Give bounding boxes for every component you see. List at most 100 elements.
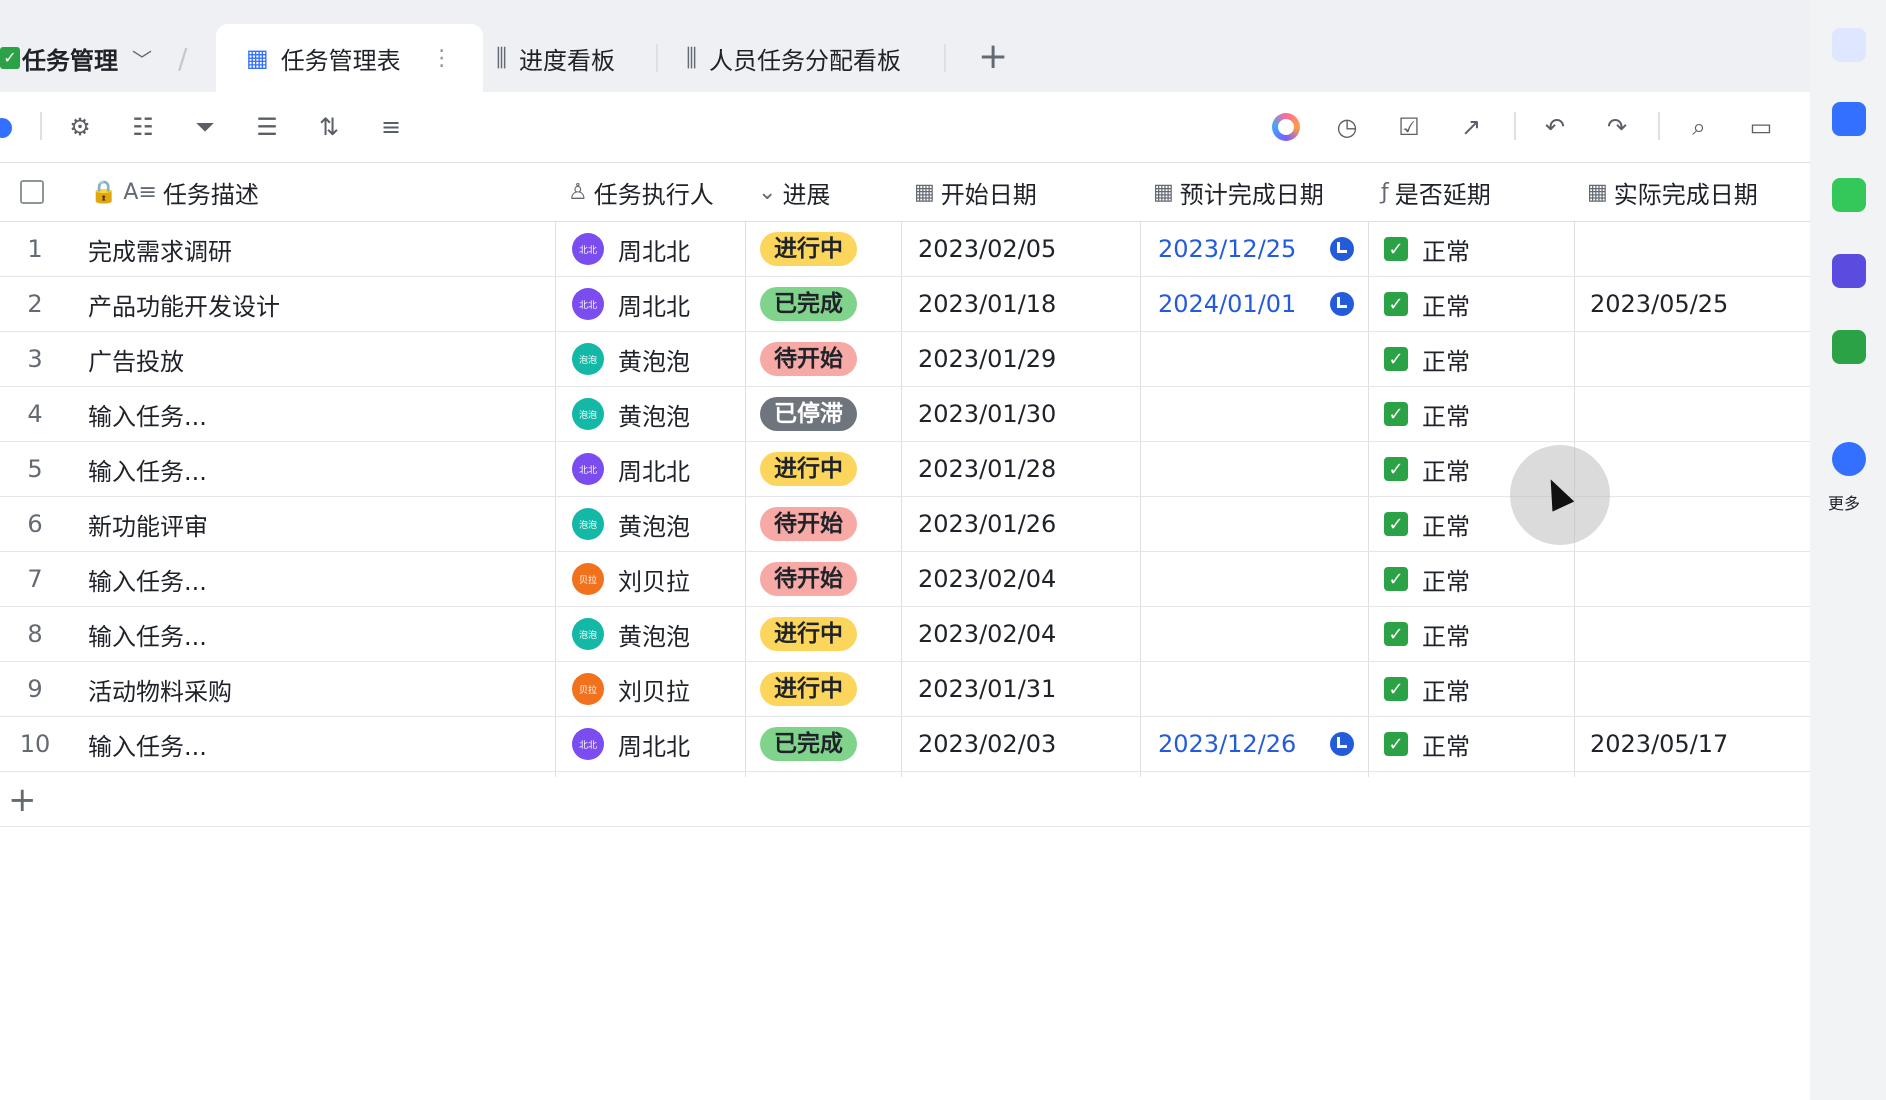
delay-cell[interactable]: ✓ 正常 [1384, 387, 1470, 441]
task-description[interactable]: 输入任务... [88, 387, 207, 441]
alarm-clock-icon[interactable] [1330, 233, 1356, 261]
actual-done-date[interactable]: 2023/05/17 [1590, 717, 1728, 771]
task-description[interactable]: 完成需求调研 [88, 222, 232, 276]
column-header-status[interactable]: ⌄ 进展 [746, 163, 830, 221]
delay-cell[interactable]: ✓ 正常 [1384, 552, 1470, 606]
assignee-cell[interactable]: 北北 周北北 [572, 222, 690, 276]
task-description[interactable]: 输入任务... [88, 552, 207, 606]
delay-cell[interactable]: ✓ 正常 [1384, 222, 1470, 276]
start-date[interactable]: 2023/01/31 [918, 662, 1056, 716]
task-description[interactable]: 广告投放 [88, 332, 184, 386]
column-header-actual-date[interactable]: ▦ 实际完成日期 [1575, 163, 1758, 221]
start-date[interactable]: 2023/01/26 [918, 497, 1056, 551]
add-doc-icon[interactable] [1832, 330, 1866, 364]
alarm-clock-icon[interactable] [1330, 288, 1356, 316]
select-all-checkbox[interactable] [10, 163, 44, 221]
assignee-cell[interactable]: 泡泡 黄泡泡 [572, 387, 690, 441]
status-cell[interactable]: 待开始 [760, 497, 857, 551]
column-header-due-date[interactable]: ▦ 预计完成日期 [1141, 163, 1324, 221]
status-cell[interactable]: 待开始 [760, 552, 857, 606]
task-description[interactable]: 输入任务... [88, 717, 207, 771]
table-row[interactable]: 4 输入任务... 泡泡 黄泡泡 已停滞 2023/01/30 ✓ 正常 [0, 387, 1810, 442]
delay-cell[interactable]: ✓ 正常 [1384, 332, 1470, 386]
start-date[interactable]: 2023/01/30 [918, 387, 1056, 441]
start-date[interactable]: 2023/01/28 [918, 442, 1056, 496]
add-tab-button[interactable]: + [978, 36, 1008, 77]
delay-cell[interactable]: ✓ 正常 [1384, 277, 1470, 331]
add-row-button[interactable]: + [0, 772, 1810, 827]
more-vertical-icon[interactable]: ⋮ [431, 46, 453, 71]
delay-cell[interactable]: ✓ 正常 [1384, 497, 1470, 551]
alarm-clock-icon[interactable] [1330, 728, 1356, 756]
table-row[interactable]: 2 产品功能开发设计 北北 周北北 已完成 2023/01/18 2024/01/01 ✓ 正常… [0, 277, 1810, 332]
column-header-desc[interactable]: 🔒 A≡ 任务描述 [78, 163, 259, 221]
cube-icon[interactable] [1832, 442, 1866, 476]
status-cell[interactable]: 进行中 [760, 607, 857, 661]
delay-cell[interactable]: ✓ 正常 [1384, 662, 1470, 716]
search-doc-icon[interactable] [1832, 102, 1866, 136]
add-record-icon[interactable] [0, 118, 12, 138]
group-icon[interactable]: ☰ [252, 112, 282, 142]
more-label[interactable]: 更多 [1828, 490, 1860, 514]
comment-icon[interactable]: ▭ [1746, 112, 1776, 142]
due-date-cell[interactable]: 2023/12/25 [1158, 222, 1296, 276]
field-config-icon[interactable]: ☷ [128, 112, 158, 142]
checklist-icon[interactable]: ☑ [1394, 112, 1424, 142]
delay-cell[interactable]: ✓ 正常 [1384, 717, 1470, 771]
status-cell[interactable]: 已完成 [760, 717, 857, 771]
column-header-delayed[interactable]: ƒ 是否延期 [1369, 163, 1491, 221]
ai-assistant-icon[interactable] [1272, 113, 1300, 141]
undo-icon[interactable]: ↶ [1540, 112, 1570, 142]
table-row[interactable]: 1 完成需求调研 北北 周北北 进行中 2023/02/05 2023/12/25 ✓ 正常 [0, 222, 1810, 277]
assignee-cell[interactable]: 贝拉 刘贝拉 [572, 662, 690, 716]
sheet-icon[interactable] [1832, 178, 1866, 212]
status-cell[interactable]: 已停滞 [760, 387, 857, 441]
task-description[interactable]: 产品功能开发设计 [88, 277, 280, 331]
assignee-cell[interactable]: 泡泡 黄泡泡 [572, 607, 690, 661]
task-description[interactable]: 输入任务... [88, 442, 207, 496]
settings-icon[interactable]: ⚙ [65, 112, 95, 142]
task-description[interactable]: 活动物料采购 [88, 662, 232, 716]
table-row[interactable]: 10 输入任务... 北北 周北北 已完成 2023/02/03 2023/12/26 ✓ 正常… [0, 717, 1810, 772]
share-icon[interactable]: ↗ [1456, 112, 1486, 142]
start-date[interactable]: 2023/01/18 [918, 277, 1056, 331]
task-description[interactable]: 新功能评审 [88, 497, 208, 551]
assignee-cell[interactable]: 北北 周北北 [572, 442, 690, 496]
column-header-assignee[interactable]: ♙ 任务执行人 [556, 163, 714, 221]
assignee-cell[interactable]: 贝拉 刘贝拉 [572, 552, 690, 606]
delay-cell[interactable]: ✓ 正常 [1384, 607, 1470, 661]
base-switcher[interactable]: ✓ 任务管理 ﹀ [0, 40, 152, 76]
row-height-icon[interactable]: ≡ [376, 112, 406, 142]
task-description[interactable]: 输入任务... [88, 607, 207, 661]
search-icon[interactable]: ⌕ [1684, 112, 1714, 142]
assignee-cell[interactable]: 泡泡 黄泡泡 [572, 332, 690, 386]
actual-done-date[interactable]: 2023/05/25 [1590, 277, 1728, 331]
sort-icon[interactable]: ⇅ [314, 112, 344, 142]
form-icon[interactable] [1832, 254, 1866, 288]
column-header-start-date[interactable]: ▦ 开始日期 [902, 163, 1037, 221]
table-row[interactable]: 3 广告投放 泡泡 黄泡泡 待开始 2023/01/29 ✓ 正常 [0, 332, 1810, 387]
due-date-cell[interactable]: 2023/12/26 [1158, 717, 1296, 771]
assignee-cell[interactable]: 北北 周北北 [572, 277, 690, 331]
status-cell[interactable]: 进行中 [760, 662, 857, 716]
tab-task-table[interactable]: ▦ 任务管理表 ⋮ [216, 24, 483, 92]
table-row[interactable]: 9 活动物料采购 贝拉 刘贝拉 进行中 2023/01/31 ✓ 正常 [0, 662, 1810, 717]
table-row[interactable]: 8 输入任务... 泡泡 黄泡泡 进行中 2023/02/04 ✓ 正常 [0, 607, 1810, 662]
delay-cell[interactable]: ✓ 正常 [1384, 442, 1470, 496]
start-date[interactable]: 2023/02/03 [918, 717, 1056, 771]
table-row[interactable]: 7 输入任务... 贝拉 刘贝拉 待开始 2023/02/04 ✓ 正常 [0, 552, 1810, 607]
start-date[interactable]: 2023/02/04 [918, 552, 1056, 606]
redo-icon[interactable]: ↷ [1602, 112, 1632, 142]
start-date[interactable]: 2023/02/05 [918, 222, 1056, 276]
filter-icon[interactable]: ⏷ [190, 112, 220, 142]
status-cell[interactable]: 进行中 [760, 442, 857, 496]
status-cell[interactable]: 待开始 [760, 332, 857, 386]
tab-progress-board[interactable]: ⫼ 进度看板 [466, 24, 645, 92]
due-date-cell[interactable]: 2024/01/01 [1158, 277, 1296, 331]
status-cell[interactable]: 进行中 [760, 222, 857, 276]
status-cell[interactable]: 已完成 [760, 277, 857, 331]
start-date[interactable]: 2023/02/04 [918, 607, 1056, 661]
start-date[interactable]: 2023/01/29 [918, 332, 1056, 386]
history-icon[interactable]: ◷ [1332, 112, 1362, 142]
assignee-cell[interactable]: 泡泡 黄泡泡 [572, 497, 690, 551]
